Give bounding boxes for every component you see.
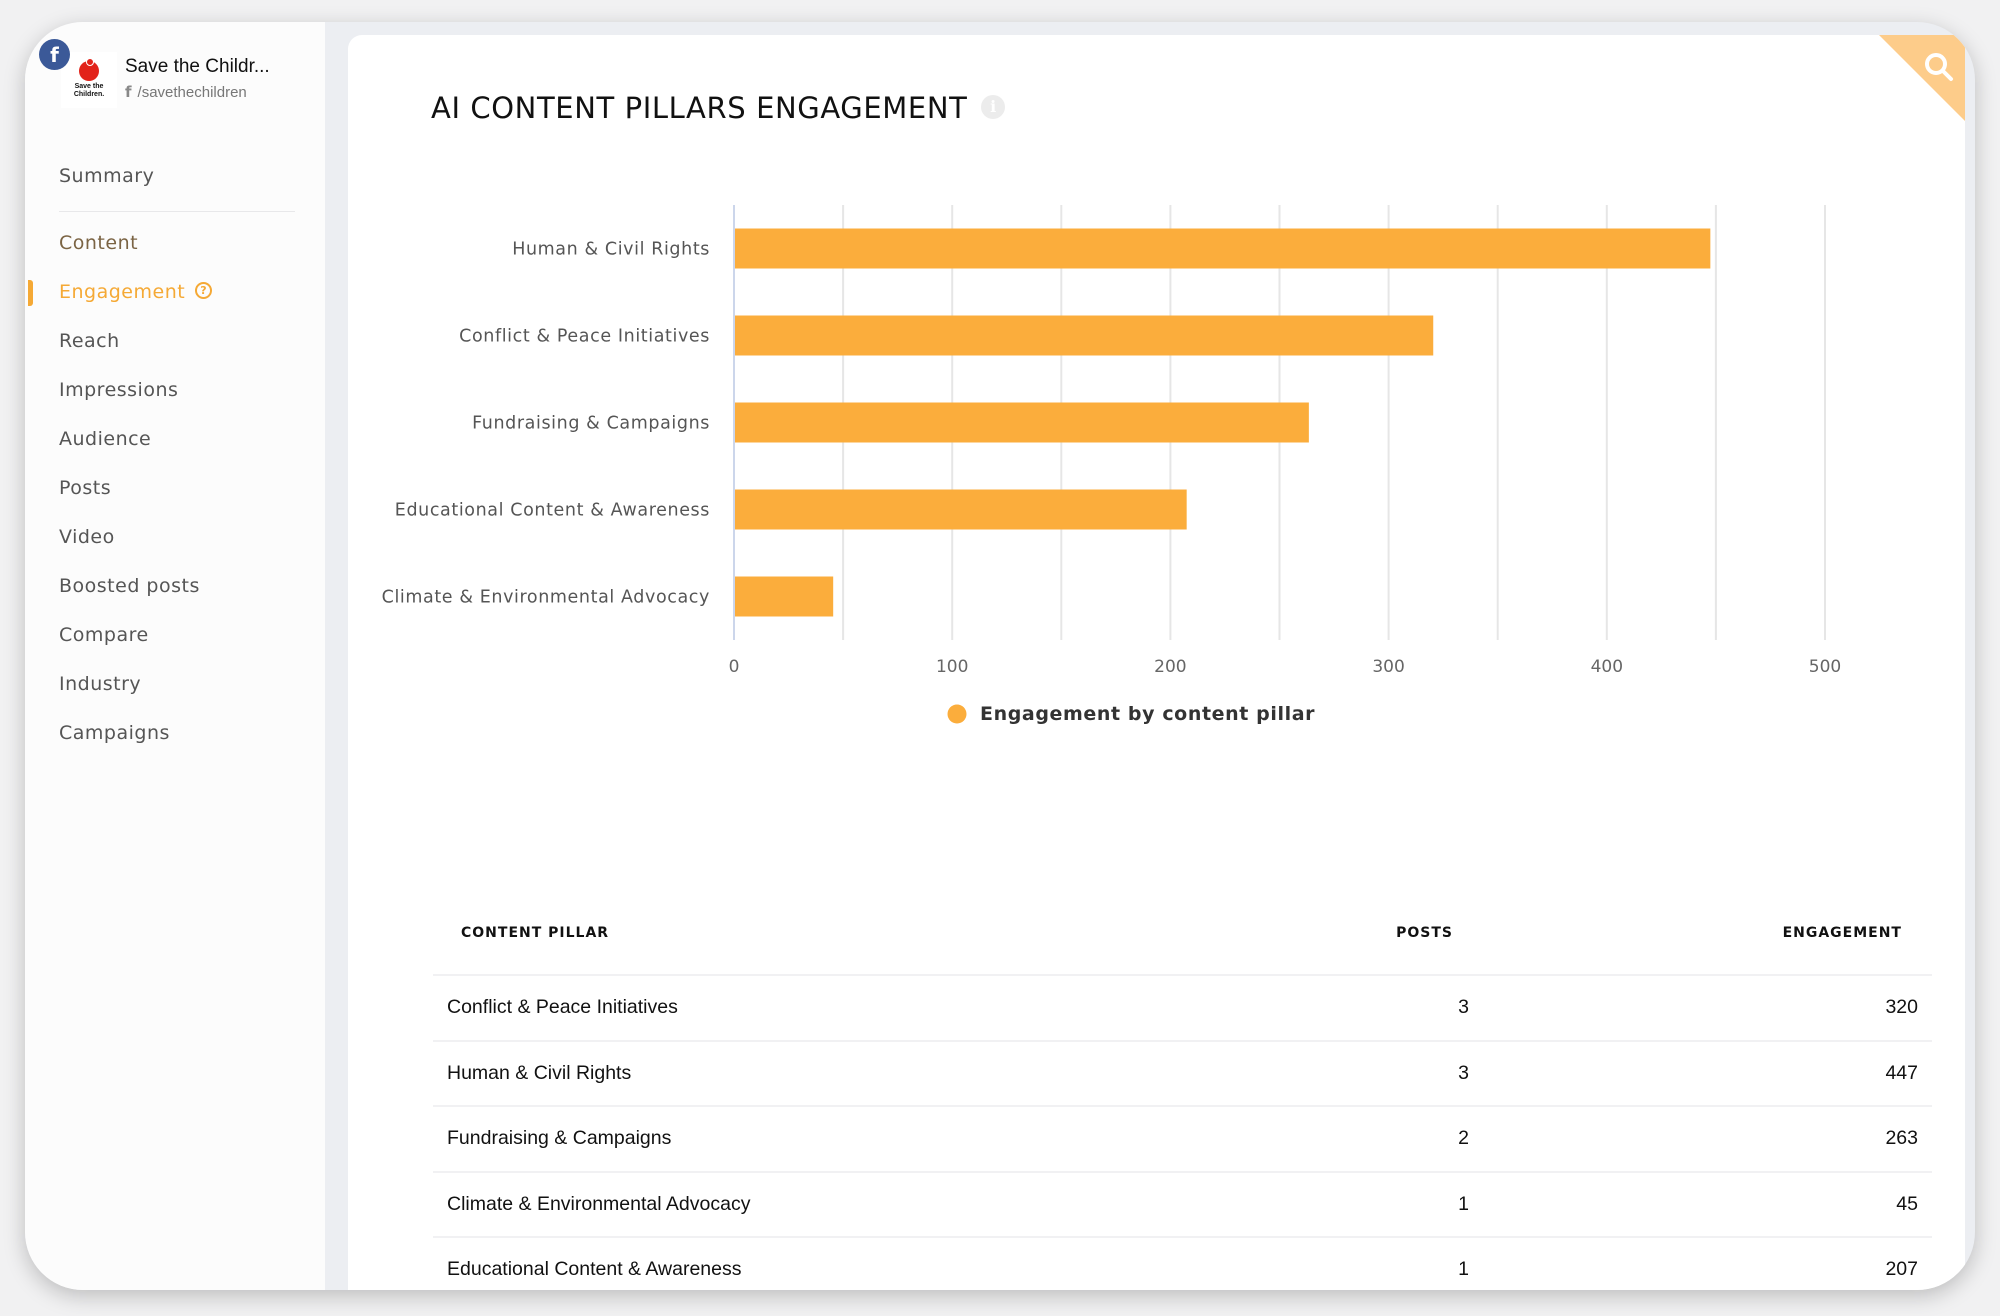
sidebar-item-engagement[interactable]: Engagement? xyxy=(25,268,325,317)
category-label: Climate & Environmental Advocacy xyxy=(382,588,710,608)
sidebar-item-label: Summary xyxy=(59,165,155,187)
cell-engagement: 263 xyxy=(1885,1127,1918,1150)
cell-posts: 1 xyxy=(1458,1192,1469,1215)
table-header: CONTENT PILLAR POSTS ENGAGEMENT xyxy=(433,892,1932,976)
table-row: Fundraising & Campaigns 2 263 xyxy=(433,1107,1932,1173)
legend-label[interactable]: Engagement by content pillar xyxy=(980,703,1315,725)
cell-pillar: Climate & Environmental Advocacy xyxy=(447,1192,751,1215)
table-row: Educational Content & Awareness 1 207 xyxy=(433,1238,1932,1290)
question-circle-icon[interactable]: ? xyxy=(195,282,213,299)
cell-pillar: Educational Content & Awareness xyxy=(447,1258,742,1281)
bar[interactable] xyxy=(735,576,834,617)
sidebar-item-label: Engagement xyxy=(59,281,186,303)
account-name[interactable]: Save the Childr... xyxy=(125,56,270,78)
cell-engagement: 320 xyxy=(1885,996,1918,1019)
bar-chart: Human & Civil Rights Conflict & Peace Ini… xyxy=(382,205,1841,725)
sidebar-item-label: Reach xyxy=(59,330,120,352)
cell-pillar: Conflict & Peace Initiatives xyxy=(447,996,678,1019)
sidebar-item-label: Boosted posts xyxy=(59,575,200,597)
sidebar-item-label: Posts xyxy=(59,477,112,499)
x-tick-label: 0 xyxy=(729,657,740,677)
sidebar: f Save the Children. Save the Childr... … xyxy=(25,22,325,1290)
column-header-engagement[interactable]: ENGAGEMENT xyxy=(1453,925,1902,941)
sidebar-item-label: Impressions xyxy=(59,379,179,401)
sidebar-item-reach[interactable]: Reach xyxy=(25,317,325,366)
sidebar-item-impressions[interactable]: Impressions xyxy=(25,366,325,415)
legend-marker[interactable] xyxy=(947,704,967,724)
cell-posts: 3 xyxy=(1458,996,1469,1019)
category-label: Educational Content & Awareness xyxy=(395,501,710,521)
sidebar-item-label: Audience xyxy=(59,428,152,450)
main-card: AI CONTENT PILLARS ENGAGEMENT i Human & C… xyxy=(348,35,1965,1290)
sidebar-item-posts[interactable]: Posts xyxy=(25,464,325,513)
pillar-table: CONTENT PILLAR POSTS ENGAGEMENT Conflict… xyxy=(433,892,1932,1290)
sidebar-item-label: Content xyxy=(59,232,139,254)
cell-pillar: Fundraising & Campaigns xyxy=(447,1127,672,1150)
account-handle[interactable]: f/savethechildren xyxy=(125,83,247,101)
sidebar-item-content[interactable]: Content xyxy=(25,219,325,268)
sidebar-item-label: Campaigns xyxy=(59,722,170,744)
category-label: Human & Civil Rights xyxy=(512,240,710,260)
cell-posts: 2 xyxy=(1458,1127,1469,1150)
bar[interactable] xyxy=(735,402,1309,443)
sidebar-item-video[interactable]: Video xyxy=(25,513,325,562)
bar[interactable] xyxy=(735,228,1711,269)
sidebar-item-label: Compare xyxy=(59,624,149,646)
x-tick-label: 200 xyxy=(1154,657,1186,677)
table-row: Climate & Environmental Advocacy 1 45 xyxy=(433,1173,1932,1238)
sidebar-item-boosted-posts[interactable]: Boosted posts xyxy=(25,562,325,611)
nav-divider xyxy=(59,211,295,212)
facebook-small-icon: f xyxy=(125,83,132,101)
save-the-children-logo-icon xyxy=(79,58,99,81)
table-row: Conflict & Peace Initiatives 3 320 xyxy=(433,976,1932,1042)
account-handle-text: /savethechildren xyxy=(137,84,247,101)
cell-engagement: 45 xyxy=(1896,1192,1918,1215)
sidebar-item-label: Video xyxy=(59,526,115,548)
sidebar-item-campaigns[interactable]: Campaigns xyxy=(25,709,325,758)
sidebar-item-label: Industry xyxy=(59,673,142,695)
cell-engagement: 447 xyxy=(1885,1061,1918,1084)
x-tick-label: 400 xyxy=(1591,657,1623,677)
sidebar-nav: Summary Content Engagement? Reach Impres… xyxy=(25,152,325,758)
sidebar-item-audience[interactable]: Audience xyxy=(25,415,325,464)
column-header-pillar[interactable]: CONTENT PILLAR xyxy=(433,925,1313,941)
account-logo: Save the Children. xyxy=(61,52,117,108)
category-label: Fundraising & Campaigns xyxy=(472,414,710,434)
sidebar-item-summary[interactable]: Summary xyxy=(25,152,325,201)
category-label: Conflict & Peace Initiatives xyxy=(459,327,710,347)
x-tick-label: 100 xyxy=(936,657,968,677)
table-row: Human & Civil Rights 3 447 xyxy=(433,1042,1932,1107)
facebook-icon: f xyxy=(39,39,70,70)
bar[interactable] xyxy=(735,315,1434,356)
sidebar-item-compare[interactable]: Compare xyxy=(25,611,325,660)
cell-posts: 1 xyxy=(1458,1258,1469,1281)
cell-posts: 3 xyxy=(1458,1061,1469,1084)
cell-pillar: Human & Civil Rights xyxy=(447,1061,632,1084)
sidebar-item-industry[interactable]: Industry xyxy=(25,660,325,709)
bar[interactable] xyxy=(735,489,1187,530)
x-tick-label: 500 xyxy=(1809,657,1841,677)
app-window: f Save the Children. Save the Childr... … xyxy=(25,22,1975,1290)
cell-engagement: 207 xyxy=(1885,1258,1918,1281)
logo-text: Save the Children. xyxy=(73,83,105,98)
x-tick-label: 300 xyxy=(1372,657,1404,677)
column-header-posts[interactable]: POSTS xyxy=(1313,925,1453,941)
